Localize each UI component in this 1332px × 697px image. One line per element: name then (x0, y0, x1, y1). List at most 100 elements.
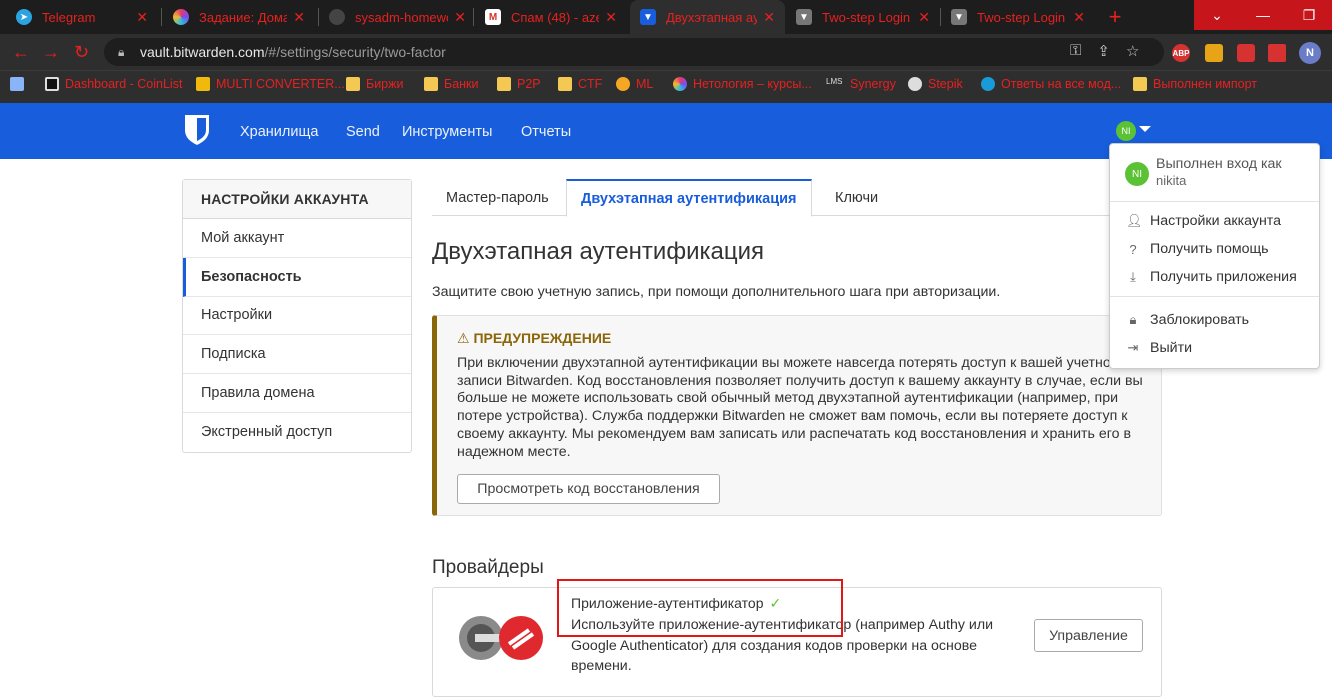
authenticator-app-icon (457, 614, 545, 667)
extensions-puzzle-icon[interactable] (1237, 44, 1255, 62)
adblock-plus-icon[interactable]: ABP (1172, 44, 1190, 62)
back-button[interactable]: ← (12, 42, 30, 63)
page-title: Двухэтапная аутентификация (432, 238, 765, 265)
bookmark-folder-p2p[interactable]: P2P (497, 77, 541, 91)
tab-two-step-f[interactable]: ▼ Two-step Login f ✕ (786, 0, 940, 34)
close-icon[interactable]: ✕ (918, 9, 930, 26)
tab-assignment[interactable]: Задание: Домаш ✕ (163, 0, 315, 34)
binance-icon[interactable] (1205, 44, 1223, 62)
new-tab-button[interactable]: + (1101, 4, 1129, 29)
nav-reports[interactable]: Отчеты (521, 124, 571, 140)
window-controls: ⌄ — ❐ (1194, 0, 1332, 30)
bookmark-stepik[interactable]: Stepik (908, 77, 963, 91)
manage-button[interactable]: Управление (1034, 619, 1143, 652)
menu-lock[interactable]: 🔒︎ Заблокировать (1126, 312, 1250, 328)
nav-tools[interactable]: Инструменты (402, 124, 492, 140)
tab-bitwarden-2fa[interactable]: ▼ Двухэтапная аут ✕ (630, 0, 785, 34)
sidebar-item-security[interactable]: Безопасность (183, 257, 411, 297)
minimize-button[interactable]: — (1240, 0, 1286, 30)
reload-button[interactable]: ↻ (74, 42, 89, 63)
tab-two-step-v[interactable]: ▼ Two-step Login v ✕ (941, 0, 1095, 34)
telegram-icon: ➤ (16, 9, 32, 25)
dropdown-avatar: NI (1125, 162, 1149, 186)
logged-in-label: Выполнен вход как (1156, 156, 1282, 172)
bookmark-folder-birzhi[interactable]: Биржи (346, 77, 403, 91)
warning-callout: ⚠ ПРЕДУПРЕЖДЕНИЕ При включении двухэтапн… (432, 315, 1162, 516)
sidebar-item-domain-rules[interactable]: Правила домена (183, 374, 411, 413)
lock-icon[interactable]: 🔒︎ (118, 45, 124, 60)
bookmark-synergy[interactable]: LMS Synergy (826, 77, 896, 91)
close-icon[interactable]: ✕ (454, 9, 466, 26)
close-icon[interactable]: ✕ (763, 9, 775, 26)
bookmark-folder-imported[interactable]: Выполнен импорт (1133, 77, 1257, 91)
providers-heading: Провайдеры (432, 557, 544, 578)
url-text[interactable]: vault.bitwarden.com/#/settings/security/… (140, 44, 446, 60)
tab-label: Двухэтапная аут (666, 9, 758, 25)
close-icon[interactable]: ✕ (1073, 9, 1085, 26)
account-settings-sidebar: НАСТРОЙКИ АККАУНТА Мой аккаунт Безопасно… (182, 179, 412, 453)
github-icon (329, 9, 345, 25)
lock-icon: 🔒︎ (1129, 312, 1137, 327)
bitwarden-icon: ▼ (951, 9, 967, 25)
warning-icon: ⚠ (457, 330, 474, 346)
sidebar-item-preferences[interactable]: Настройки (183, 297, 411, 336)
logged-in-username: nikita (1156, 173, 1187, 188)
highlight-annotation-box (557, 579, 843, 637)
tab-keys[interactable]: Ключи (821, 179, 892, 216)
tab-label: Telegram (42, 9, 96, 25)
gmail-icon: M (485, 9, 501, 25)
security-tabs: Мастер-пароль Двухэтапная аутентификация… (432, 179, 1162, 217)
share-icon[interactable]: ⇪ (1097, 42, 1110, 60)
menu-get-apps[interactable]: ⤓ Получить приложения (1126, 269, 1297, 285)
close-icon[interactable]: ✕ (136, 9, 148, 26)
view-recovery-code-button[interactable]: Просмотреть код восстановления (457, 474, 720, 504)
bookmark-netology[interactable]: Нетология – курсы... (673, 77, 812, 91)
account-dropdown-menu: NI Выполнен вход как nikita 👤︎ Настройки … (1109, 143, 1320, 369)
sidebar-item-emergency-access[interactable]: Экстренный доступ (183, 413, 411, 452)
star-icon[interactable]: ☆ (1126, 42, 1139, 60)
nav-send[interactable]: Send (346, 124, 380, 140)
sign-out-icon: ⇥ (1127, 340, 1139, 355)
tab-two-step-login[interactable]: Двухэтапная аутентификация (566, 179, 812, 217)
key-icon[interactable]: ⚿ (1070, 42, 1081, 60)
tab-label: Two-step Login v (977, 9, 1068, 25)
sidebar-icon[interactable] (1268, 44, 1286, 62)
bookmark-ml[interactable]: ML (616, 77, 653, 91)
tab-label: Two-step Login f (822, 9, 913, 25)
address-bar-actions: ⚿ ⇪ ☆ (1070, 42, 1139, 60)
warning-title: ⚠ ПРЕДУПРЕЖДЕНИЕ (457, 330, 612, 346)
apps-icon[interactable] (10, 77, 24, 91)
tab-label: sysadm-homewo (355, 9, 449, 25)
bitwarden-logo-icon[interactable] (183, 114, 211, 151)
close-icon[interactable]: ✕ (605, 9, 617, 26)
bitwarden-icon: ▼ (640, 9, 656, 25)
sidebar-item-my-account[interactable]: Мой аккаунт (183, 219, 411, 258)
profile-avatar[interactable]: N (1299, 42, 1321, 64)
tab-label: Задание: Домаш (199, 9, 288, 25)
nav-vaults[interactable]: Хранилища (240, 124, 318, 140)
tab-github[interactable]: sysadm-homewo ✕ (319, 0, 476, 34)
menu-get-help[interactable]: ? Получить помощь (1126, 241, 1268, 257)
bookmark-coinlist[interactable]: Dashboard - CoinList (45, 77, 182, 91)
bitwarden-icon: ▼ (796, 9, 812, 25)
bookmark-multi-converter[interactable]: MULTI CONVERTER... (196, 77, 345, 91)
tab-master-password[interactable]: Мастер-пароль (432, 179, 563, 216)
bookmark-folder-banki[interactable]: Банки (424, 77, 479, 91)
bookmark-answers[interactable]: Ответы на все мод... (981, 77, 1121, 91)
warning-body: При включении двухэтапной аутентификации… (457, 355, 1143, 460)
tab-search-button[interactable]: ⌄ (1194, 0, 1240, 30)
forward-button[interactable]: → (42, 42, 60, 63)
restore-button[interactable]: ❐ (1286, 0, 1332, 30)
menu-log-out[interactable]: ⇥ Выйти (1126, 340, 1192, 356)
question-circle-icon: ? (1129, 241, 1137, 257)
download-icon: ⤓ (1130, 269, 1136, 284)
tab-telegram[interactable]: ➤ Telegram ✕ (6, 0, 158, 34)
page-subtitle: Защитите свою учетную запись, при помощи… (432, 284, 1001, 300)
close-icon[interactable]: ✕ (293, 9, 305, 26)
tab-gmail[interactable]: M Спам (48) - azen ✕ (475, 0, 627, 34)
bookmark-folder-ctf[interactable]: CTF (558, 77, 602, 91)
menu-account-settings[interactable]: 👤︎ Настройки аккаунта (1126, 213, 1281, 229)
chevron-down-icon[interactable] (1139, 126, 1151, 132)
sidebar-item-subscription[interactable]: Подписка (183, 335, 411, 375)
account-avatar[interactable]: NI (1116, 121, 1136, 141)
